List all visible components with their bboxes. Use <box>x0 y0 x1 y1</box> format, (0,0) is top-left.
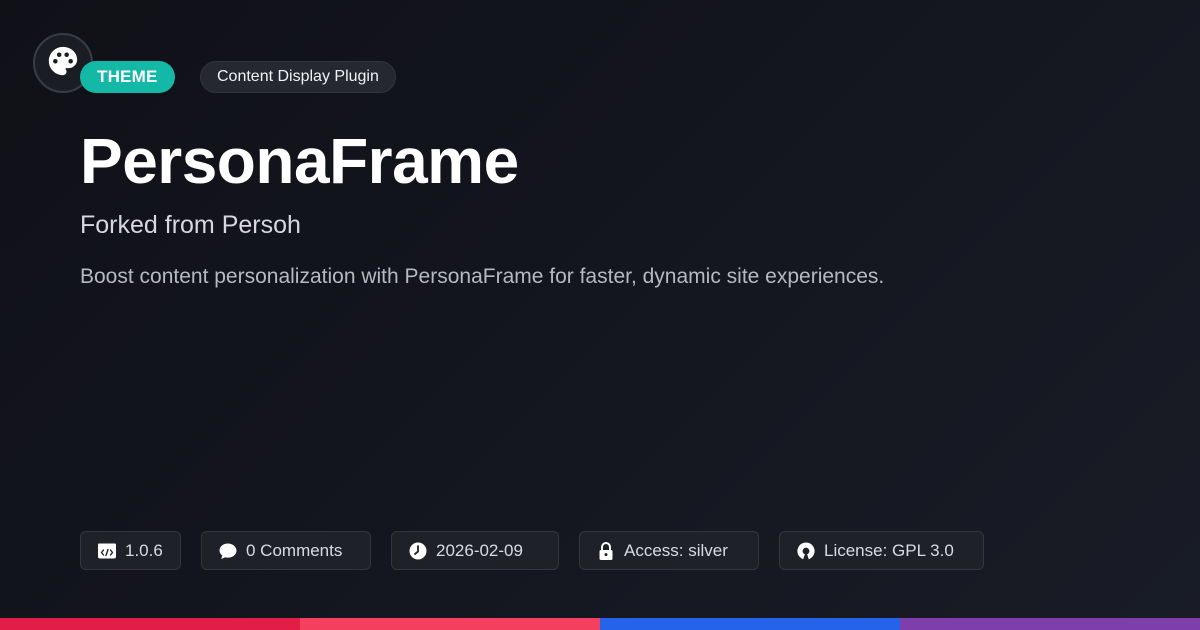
version-text: 1.0.6 <box>125 540 163 560</box>
comments-text: 0 Comments <box>246 540 343 560</box>
date-badge: 2026-02-09 <box>391 531 559 570</box>
code-icon <box>97 541 117 561</box>
open-source-icon <box>796 541 816 561</box>
date-text: 2026-02-09 <box>436 540 523 560</box>
category-badge[interactable]: Content Display Plugin <box>200 61 396 93</box>
license-text: License: GPL 3.0 <box>824 540 954 560</box>
comment-icon <box>218 541 238 561</box>
accent-bar-4 <box>900 618 1200 630</box>
accent-bar-3 <box>600 618 900 630</box>
lock-icon <box>596 541 616 561</box>
access-badge: Access: silver <box>579 531 759 570</box>
license-badge: License: GPL 3.0 <box>779 531 984 570</box>
description: Boost content personalization with Perso… <box>80 265 885 288</box>
comments-badge[interactable]: 0 Comments <box>201 531 371 570</box>
type-badge: THEME <box>80 61 175 93</box>
clock-icon <box>408 541 428 561</box>
accent-bar-1 <box>0 618 300 630</box>
access-text: Access: silver <box>624 540 728 560</box>
version-badge: 1.0.6 <box>80 531 181 570</box>
fork-subtitle: Forked from Persoh <box>80 211 301 239</box>
palette-icon <box>46 44 80 83</box>
page-title: PersonaFrame <box>80 125 519 197</box>
accent-bar-2 <box>300 618 600 630</box>
